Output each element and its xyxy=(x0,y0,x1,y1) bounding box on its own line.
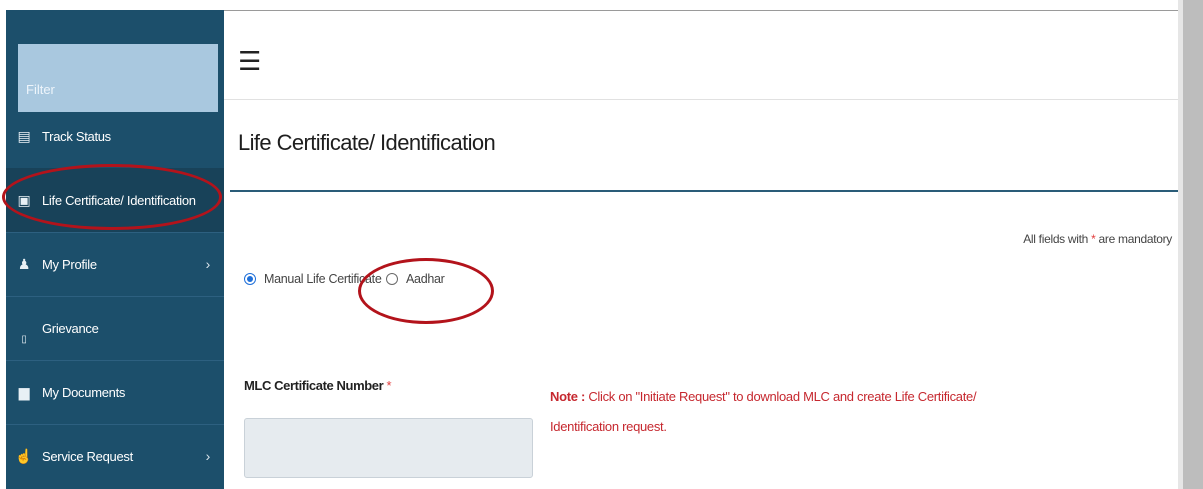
mandatory-text: All fields with xyxy=(1023,232,1092,246)
radio-checked-icon[interactable] xyxy=(244,273,256,285)
hamburger-menu-icon[interactable]: ☰ xyxy=(238,48,261,74)
page-title: Life Certificate/ Identification xyxy=(238,130,496,155)
chevron-right-icon: › xyxy=(205,448,211,464)
document-icon: ▆ xyxy=(18,383,30,400)
sidebar-item-label: My Profile xyxy=(42,256,97,272)
filter-input[interactable] xyxy=(18,44,218,112)
user-icon: ♟ xyxy=(17,255,31,272)
sidebar-item-service-request[interactable]: ☝ Service Request › xyxy=(6,424,224,488)
mlc-certificate-label: MLC Certificate Number * xyxy=(244,378,392,393)
highlight-ellipse-sidebar xyxy=(2,164,222,230)
sidebar: ▤ Track Status ▣ Life Certificate/ Ident… xyxy=(6,10,224,489)
sidebar-item-track-status[interactable]: ▤ Track Status xyxy=(6,104,224,168)
sidebar-item-label: Grievance xyxy=(42,320,99,336)
app-window: ▤ Track Status ▣ Life Certificate/ Ident… xyxy=(0,0,1203,489)
sidebar-item-my-profile[interactable]: ♟ My Profile › xyxy=(6,232,224,296)
note-label: Note : xyxy=(550,389,586,404)
note-text: Note : Click on "Initiate Request" to do… xyxy=(550,382,1020,442)
mlc-label-text: MLC Certificate Number xyxy=(244,378,387,393)
title-divider xyxy=(230,190,1180,192)
top-header xyxy=(224,10,1178,100)
hand-pointer-icon: ☝ xyxy=(15,447,33,464)
chevron-right-icon: › xyxy=(205,256,211,272)
highlight-ellipse-aadhar xyxy=(358,258,494,324)
sidebar-item-label: My Documents xyxy=(42,384,126,400)
mandatory-suffix: are mandatory xyxy=(1095,232,1173,246)
list-icon: ▤ xyxy=(17,127,31,144)
sidebar-item-label: Track Status xyxy=(42,128,111,144)
note-body: Click on "Initiate Request" to download … xyxy=(550,389,977,434)
required-star: * xyxy=(386,378,392,393)
mandatory-note: All fields with * are mandatory xyxy=(1023,232,1172,246)
mlc-certificate-input[interactable] xyxy=(244,418,533,478)
scrollbar[interactable] xyxy=(1183,0,1203,489)
sidebar-item-my-documents[interactable]: ▆ My Documents xyxy=(6,360,224,424)
header-border xyxy=(224,10,1178,11)
grievance-icon: ▯ xyxy=(21,333,27,345)
sidebar-item-label: Service Request xyxy=(42,448,133,464)
sidebar-item-grievance[interactable]: ▯ Grievance xyxy=(6,296,224,360)
